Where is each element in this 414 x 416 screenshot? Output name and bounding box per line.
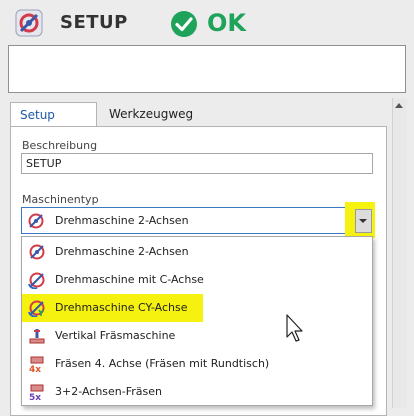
lathe-icon: [29, 244, 45, 260]
dropdown-option[interactable]: Drehmaschine mit C-Achse: [22, 266, 372, 294]
dropdown-option[interactable]: 5x 3+2-Achsen-Fräsen: [22, 378, 372, 406]
page-title: SETUP: [60, 12, 128, 33]
svg-text:4x: 4x: [29, 365, 41, 373]
status-label: OK: [207, 9, 246, 37]
status-bar: [8, 45, 406, 93]
maschinentyp-label: Maschinentyp: [22, 193, 99, 206]
option-label: Drehmaschine CY-Achse: [55, 301, 188, 314]
option-label: 3+2-Achsen-Fräsen: [55, 385, 162, 398]
option-label: Vertikal Fräsmaschine: [55, 329, 176, 342]
option-label: Drehmaschine mit C-Achse: [55, 273, 204, 286]
vertical-mill-icon: [29, 329, 45, 344]
dropdown-option[interactable]: Drehmaschine 2-Achsen: [22, 238, 372, 266]
beschreibung-input[interactable]: SETUP: [21, 153, 373, 174]
dropdown-option[interactable]: Vertikal Fräsmaschine: [22, 322, 372, 350]
chevron-down-icon: [359, 219, 367, 223]
vertical-scrollbar[interactable]: [392, 98, 407, 408]
mill-4x-icon: 4x: [29, 356, 44, 373]
beschreibung-label: Beschreibung: [22, 139, 98, 152]
check-circle-icon: [171, 11, 197, 37]
maschinentyp-select-value: Drehmaschine 2-Achsen: [55, 214, 189, 227]
option-label: Drehmaschine 2-Achsen: [55, 245, 189, 258]
tab-werkzeugweg[interactable]: Werkzeugweg: [100, 102, 193, 126]
option-label: Fräsen 4. Achse (Fräsen mit Rundtisch): [55, 357, 270, 370]
tab-setup-detail[interactable]: Setup Detail: [10, 102, 97, 146]
dropdown-option-selected[interactable]: Drehmaschine CY-Achse: [22, 294, 372, 322]
lathe-cy-axis-icon: [28, 300, 45, 317]
lathe-icon: [28, 213, 44, 229]
lathe-c-axis-icon: [28, 272, 45, 289]
scroll-up-arrow-icon[interactable]: [395, 103, 403, 108]
dropdown-option[interactable]: 4x Fräsen 4. Achse (Fräsen mit Rundtisch…: [22, 350, 372, 378]
mouse-cursor-icon: [286, 314, 303, 342]
lathe-setup-icon: [15, 9, 43, 37]
svg-text:5x: 5x: [29, 393, 41, 401]
mill-5x-icon: 5x: [29, 384, 44, 401]
